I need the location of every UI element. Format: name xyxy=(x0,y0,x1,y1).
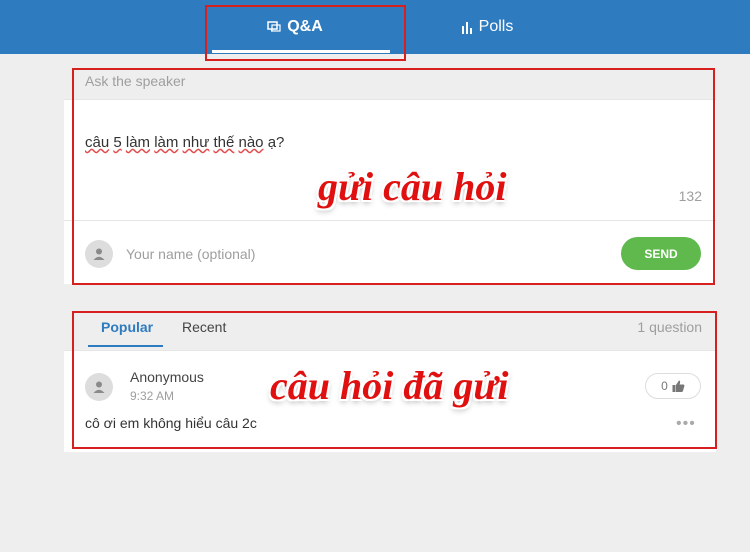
sent-annotation: câu hỏi đã gửi xyxy=(270,363,509,408)
bar-chart-icon xyxy=(461,21,472,34)
tab-polls-label: Polls xyxy=(478,18,514,35)
qa-tab-highlight xyxy=(205,5,406,61)
send-annotation: gửi câu hỏi xyxy=(318,164,507,209)
tab-polls[interactable]: Polls xyxy=(392,0,582,54)
